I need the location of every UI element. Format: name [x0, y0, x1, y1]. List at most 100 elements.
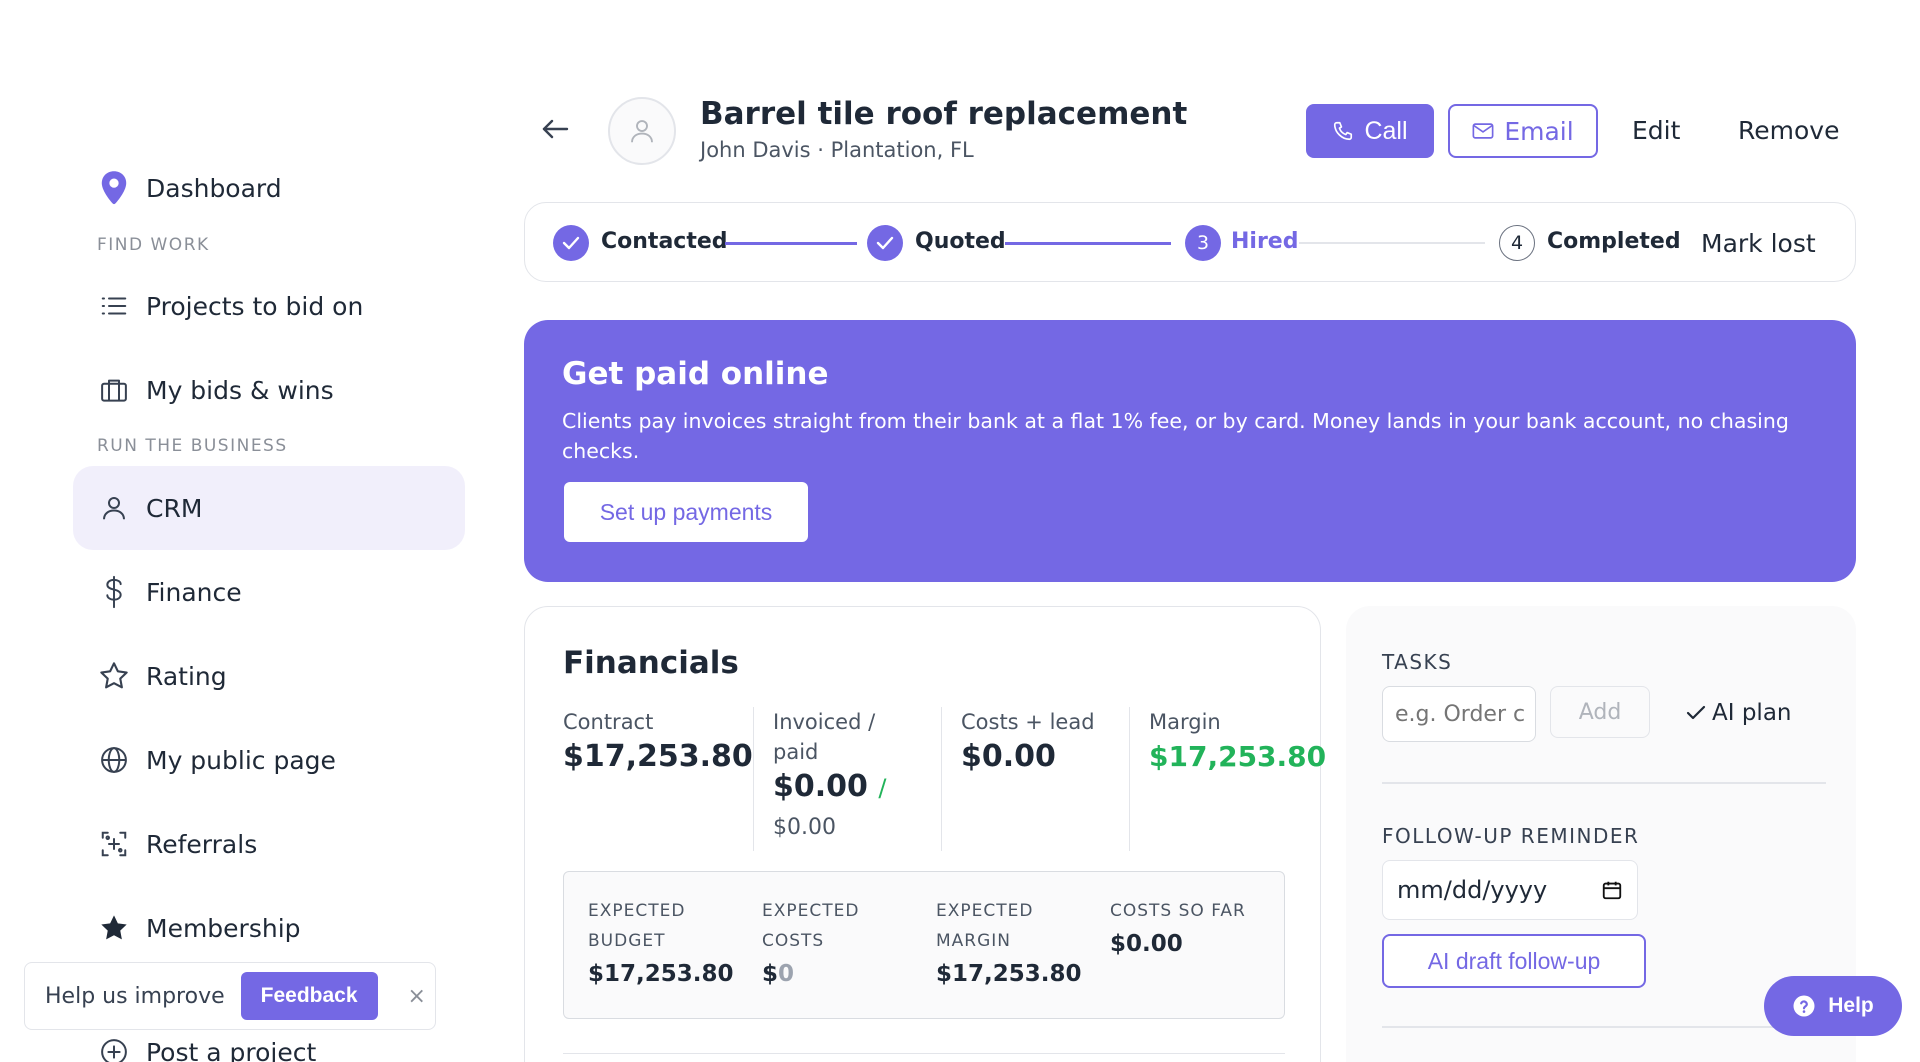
nav-membership[interactable]: Membership: [73, 886, 465, 970]
page-title: Barrel tile roof replacement: [700, 96, 1188, 132]
expected-costs: EXPECTED COSTS $0: [762, 896, 922, 992]
phone-icon: [1334, 121, 1353, 141]
contract-value: $17,253.80: [563, 739, 753, 774]
set-up-payments-button[interactable]: Set up payments: [564, 482, 808, 542]
costs-label: Costs + lead: [961, 710, 1095, 734]
nav-post-project-label: Post a project: [146, 1037, 317, 1062]
invoiced-value-row: $0.00 /: [773, 767, 933, 808]
expected-costs-label-2: COSTS: [762, 931, 825, 951]
costs-value: $0.00: [961, 739, 1056, 774]
call-button[interactable]: Call: [1306, 104, 1434, 158]
step-quoted[interactable]: Quoted: [915, 229, 1006, 254]
divider: [1382, 1026, 1826, 1028]
back-arrow-icon[interactable]: [538, 112, 572, 146]
nav-rating-label: Rating: [146, 661, 227, 691]
margin-label: Margin: [1149, 710, 1221, 734]
followup-label: FOLLOW-UP REMINDER: [1382, 824, 1640, 848]
step-hired[interactable]: Hired: [1231, 229, 1298, 254]
nav-projects-label: Projects to bid on: [146, 291, 364, 321]
expected-budget-value: $17,253.80: [588, 961, 734, 987]
feedback-text: Help us improve: [45, 983, 225, 1009]
nav-my-bids-label: My bids & wins: [146, 375, 334, 405]
expected-margin-label-1: EXPECTED: [936, 901, 1034, 921]
sidebar: Dashboard FIND WORK Projects to bid on M…: [0, 0, 490, 1062]
step-connector: [725, 242, 857, 245]
stat-divider: [941, 707, 942, 851]
feedback-bar: Help us improve Feedback ×: [24, 962, 436, 1030]
step-completed-number: 4: [1499, 225, 1535, 261]
contract-label: Contract: [563, 710, 654, 734]
avatar: [608, 97, 676, 165]
map-pin-icon: [98, 171, 130, 205]
paid-value: $0.00: [773, 815, 836, 840]
nav-dashboard[interactable]: Dashboard: [73, 146, 465, 230]
page-subtitle: John Davis · Plantation, FL: [700, 138, 974, 162]
nav-my-bids[interactable]: My bids & wins: [73, 348, 465, 432]
task-input[interactable]: [1382, 686, 1536, 742]
ai-plan-label: AI plan: [1712, 700, 1792, 726]
email-button[interactable]: Email: [1448, 104, 1598, 158]
nav-finance[interactable]: Finance: [73, 550, 465, 634]
close-icon[interactable]: ×: [408, 984, 426, 1009]
ai-draft-followup-button[interactable]: AI draft follow-up: [1382, 934, 1646, 988]
invoiced-label-2: paid: [773, 740, 819, 764]
plus-circle-icon: [98, 1036, 130, 1062]
help-button[interactable]: Help: [1764, 976, 1902, 1036]
contract-stat: Contract $17,253.80: [563, 707, 753, 851]
nav-public-page[interactable]: My public page: [73, 718, 465, 802]
add-task-button[interactable]: Add: [1550, 686, 1650, 738]
edit-button[interactable]: Edit: [1632, 116, 1680, 145]
expected-costs-value: $0: [762, 956, 922, 992]
stat-divider: [753, 707, 754, 851]
step-hired-number: 3: [1185, 225, 1221, 261]
promo-text: Clients pay invoices straight from their…: [562, 409, 1789, 463]
invoiced-stat: Invoiced / paid $0.00 / $0.00: [773, 707, 933, 851]
costs-stat: Costs + lead $0.00: [961, 707, 1121, 851]
expected-margin-value: $17,253.80: [936, 961, 1082, 987]
dollar-icon: [98, 575, 130, 609]
list-icon: [98, 290, 130, 322]
mail-icon: [1472, 123, 1494, 139]
star-outline-icon: [98, 660, 130, 692]
user-placeholder-icon: [631, 120, 653, 143]
promo-title: Get paid online: [562, 356, 829, 392]
divider: [563, 1053, 1285, 1054]
nav-membership-label: Membership: [146, 913, 301, 943]
step-connector: [1299, 242, 1485, 244]
remove-button[interactable]: Remove: [1738, 116, 1839, 145]
feedback-button[interactable]: Feedback: [240, 972, 378, 1020]
stat-divider: [1129, 707, 1130, 851]
step-contacted[interactable]: Contacted: [601, 229, 728, 254]
status-stepper: Contacted Quoted 3 Hired 4 Completed Mar…: [524, 202, 1856, 282]
star-filled-icon: [98, 912, 130, 944]
expected-margin: EXPECTED MARGIN $17,253.80: [936, 896, 1096, 992]
ai-plan-button[interactable]: AI plan: [1686, 700, 1792, 726]
call-button-label: Call: [1364, 116, 1408, 145]
expected-costs-prefix: $: [762, 961, 779, 987]
financials-card: Financials Contract $17,253.80 Invoiced …: [524, 606, 1327, 1062]
costs-so-far-value: $0.00: [1110, 931, 1183, 957]
calendar-icon: [1602, 881, 1622, 900]
nav-referrals[interactable]: Referrals: [73, 802, 465, 886]
payments-promo-banner: Get paid online Clients pay invoices str…: [524, 320, 1856, 582]
financials-title: Financials: [563, 645, 739, 681]
nav-projects-to-bid[interactable]: Projects to bid on: [73, 264, 465, 348]
date-value: mm/dd/yyyy: [1397, 876, 1548, 904]
nav-rating[interactable]: Rating: [73, 634, 465, 718]
followup-date-input[interactable]: mm/dd/yyyy: [1382, 860, 1638, 920]
referrals-icon: [98, 828, 130, 860]
nav-crm[interactable]: CRM: [73, 466, 465, 550]
margin-value: $17,253.80: [1149, 740, 1327, 773]
expected-costs-label-1: EXPECTED: [762, 901, 860, 921]
globe-icon: [98, 744, 130, 776]
mark-lost-button[interactable]: Mark lost: [1701, 229, 1816, 258]
divider: [1382, 782, 1826, 784]
help-label: Help: [1828, 994, 1874, 1017]
invoiced-value: $0.00: [773, 769, 868, 804]
nav-public-page-label: My public page: [146, 745, 336, 775]
nav-referrals-label: Referrals: [146, 829, 258, 859]
step-completed[interactable]: Completed: [1547, 229, 1681, 254]
expected-margin-label-2: MARGIN: [936, 931, 1012, 951]
nav-section-find-work: FIND WORK: [97, 235, 210, 255]
expected-box: EXPECTED BUDGET $17,253.80 EXPECTED COST…: [563, 871, 1285, 1019]
